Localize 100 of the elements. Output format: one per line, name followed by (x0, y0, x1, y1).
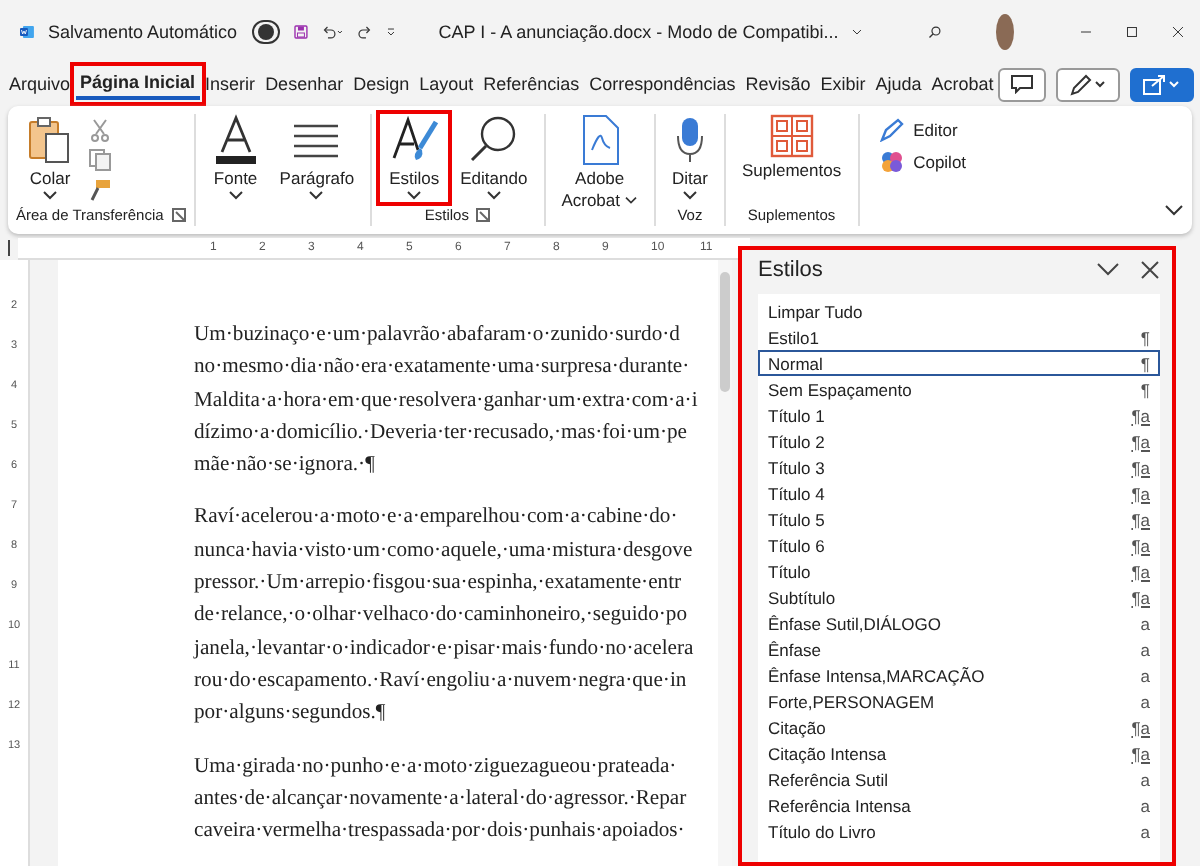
copilot-button[interactable]: Copilot (879, 150, 967, 174)
ribbon-tab[interactable]: Página Inicial (75, 68, 201, 100)
dialog-launcher-icon[interactable] (476, 207, 491, 221)
editing-button[interactable]: Editando (452, 114, 536, 202)
style-item[interactable]: Citação ¶a (758, 714, 1160, 740)
add-ins-button[interactable]: Suplementos (733, 114, 850, 202)
ribbon-tab[interactable]: Exibir (815, 70, 871, 98)
caret-icon (406, 190, 423, 202)
autosave-toggle[interactable] (251, 20, 281, 44)
style-type-mark: ¶ (1140, 353, 1150, 373)
style-item[interactable]: Estilo1 ¶ (758, 324, 1160, 350)
style-item[interactable]: Título 1 ¶a (758, 402, 1160, 428)
ribbon-tab[interactable]: Arquivo (4, 70, 76, 98)
style-type-mark: a (1140, 639, 1150, 659)
style-item[interactable]: Subtítulo ¶a (758, 584, 1160, 610)
close-icon[interactable] (1140, 260, 1160, 280)
style-type-mark: ¶a (1131, 431, 1150, 451)
text-line: mãe·não·se·ignora.·¶ (194, 452, 377, 481)
ribbon-tab[interactable]: Inserir (200, 70, 261, 98)
share-icon (1142, 72, 1183, 96)
style-type-mark: ¶a (1131, 587, 1150, 607)
caret-icon (227, 190, 244, 202)
chevron-down-icon[interactable] (1096, 260, 1120, 280)
style-item[interactable]: Referência Intensa a (758, 792, 1160, 818)
dialog-launcher-icon[interactable] (171, 207, 186, 221)
ribbon-tab[interactable]: Desenhar (260, 70, 349, 98)
ribbon-tab[interactable]: Referências (478, 70, 585, 98)
adobe-acrobat-button[interactable]: Adobe Acrobat (553, 114, 646, 210)
style-type-mark: ¶a (1131, 405, 1150, 425)
style-item[interactable]: Citação Intensa ¶a (758, 740, 1160, 766)
text-line: Raví·acelerou·a·moto·e·a·emparelhou·com·a·cabine·do· (194, 504, 680, 533)
grid-icon (769, 114, 814, 158)
pencil-icon (1068, 72, 1109, 96)
style-type-mark: ¶a (1131, 717, 1150, 737)
text-line: rou·do·escapamento.·Raví·engoliu·a·nuvem·negra·que·in (194, 667, 689, 696)
style-type-mark: a (1140, 691, 1150, 711)
style-type-mark: ¶a (1131, 483, 1150, 503)
letter-brush-icon (388, 114, 441, 166)
style-item[interactable]: Título 4 ¶a (758, 480, 1160, 506)
microphone-icon (673, 114, 706, 166)
paintbrush-icon[interactable] (88, 178, 112, 202)
font-button[interactable]: Fonte (203, 114, 268, 202)
style-item[interactable]: Ênfase Sutil,DIÁLOGO a (758, 610, 1160, 636)
style-item[interactable]: Título 2 ¶a (758, 428, 1160, 454)
text-line: por·alguns·segundos.¶ (194, 700, 388, 729)
style-item[interactable]: Forte,PERSONAGEM a (758, 688, 1160, 714)
text-line: Uma·girada·no·punho·e·a·moto·ziguezagueou·prateada· (194, 753, 679, 782)
style-type-mark: a (1140, 795, 1150, 815)
editor-button[interactable]: Editor (879, 118, 967, 142)
editing-mode-button[interactable] (1056, 67, 1121, 101)
style-type-mark: a (1140, 821, 1150, 841)
styles-button[interactable]: Estilos (380, 114, 449, 202)
style-item[interactable]: Normal ¶ (758, 350, 1160, 376)
caret-icon (308, 190, 325, 202)
autosave-label: Salvamento Automático (47, 22, 238, 42)
paragraph-button[interactable]: Parágrafo (271, 114, 363, 202)
ribbon-tab[interactable]: Correspondências (584, 70, 741, 98)
share-button[interactable] (1130, 67, 1195, 101)
style-item[interactable]: Título do Livro a (758, 818, 1160, 844)
style-item[interactable]: Sem Espaçamento ¶ (758, 376, 1160, 402)
style-item[interactable]: Limpar Tudo (758, 298, 1160, 324)
style-type-mark: ¶a (1131, 457, 1150, 477)
style-type-mark: ¶ (1140, 327, 1150, 347)
ribbon-tab[interactable]: Design (348, 70, 415, 98)
style-type-mark: ¶a (1131, 509, 1150, 529)
style-item[interactable]: Título 5 ¶a (758, 506, 1160, 532)
caret-icon (681, 190, 698, 202)
style-item[interactable]: Título ¶a (758, 558, 1160, 584)
font-color-icon (211, 114, 260, 166)
chevron-down-icon[interactable] (1164, 202, 1184, 218)
style-item[interactable]: Título 6 ¶a (758, 532, 1160, 558)
style-type-mark: ¶ (1140, 379, 1150, 399)
style-item[interactable]: Ênfase Intensa,MARCAÇÃO a (758, 662, 1160, 688)
ribbon-tab[interactable]: Layout (414, 70, 479, 98)
text-line: caveira·vermelha·trespassada·por·dois·punhais·apoiados· (194, 818, 687, 847)
text-line: Um·buzinaço·e·um·palavrão·abafaram·o·zunido·surdo·d (194, 322, 682, 350)
ribbon-tab[interactable]: Ajuda (870, 70, 927, 98)
style-type-mark: ¶a (1131, 561, 1150, 581)
comments-button[interactable] (998, 67, 1047, 101)
paste-button[interactable]: Colar (16, 114, 84, 202)
ribbon-tab[interactable]: Acrobat (926, 70, 999, 98)
magnifier-icon (467, 114, 520, 166)
text-line: nunca·havia·visto·um·como·aquele,·uma·mistura·desgove (194, 537, 695, 566)
style-type-mark: a (1140, 769, 1150, 789)
caret-icon (624, 195, 638, 205)
pdf-document-icon (577, 114, 622, 166)
style-item[interactable]: Título 3 ¶a (758, 454, 1160, 480)
style-item[interactable]: Ênfase a (758, 636, 1160, 662)
caret-icon (42, 190, 58, 202)
dictate-button[interactable]: Ditar (664, 114, 716, 202)
text-line: antes·de·alcançar·novamente·a·lateral·do·agressor.·Repar (194, 785, 689, 814)
document-title[interactable]: CAP I - A anunciação.docx - Modo de Compatibi... (438, 22, 839, 42)
caret-icon (485, 190, 502, 202)
style-type-mark: ¶a (1131, 535, 1150, 555)
pen-icon (879, 118, 904, 142)
avatar-circle[interactable] (996, 14, 1015, 50)
copilot-logo-icon (879, 150, 904, 174)
scissors-icon[interactable] (88, 118, 112, 142)
ribbon-tab[interactable]: Revisão (740, 70, 816, 98)
style-item[interactable]: Referência Sutil a (758, 766, 1160, 792)
